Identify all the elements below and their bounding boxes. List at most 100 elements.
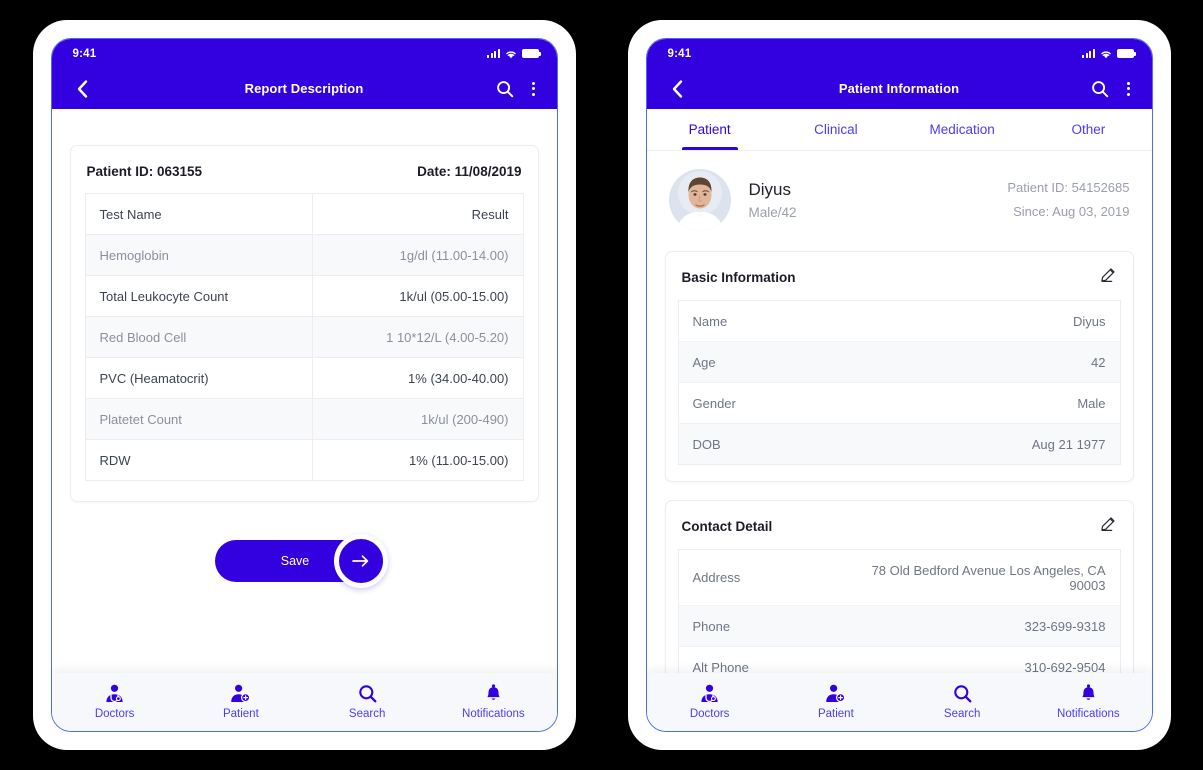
patient-name: Diyus xyxy=(748,180,792,200)
patient-meta: Patient ID: 54152685 Since: Aug 03, 2019 xyxy=(1007,176,1129,224)
cell-result: 1 10*12/L (4.00-5.20) xyxy=(312,316,523,358)
row-value: 78 Old Bedford Avenue Los Angeles, CA 90… xyxy=(845,549,1120,606)
row-key: Address xyxy=(678,549,846,606)
pencil-edit-icon[interactable] xyxy=(1100,266,1117,288)
back-button[interactable] xyxy=(665,76,691,102)
nav-label: Search xyxy=(348,708,386,720)
report-body[interactable]: Patient ID: 063155 Date: 11/08/2019 Test… xyxy=(51,109,557,731)
more-vertical-icon xyxy=(1126,81,1130,85)
patient-identity: Diyus Male/42 xyxy=(749,177,797,223)
nav-item-patient[interactable]: Patient xyxy=(773,684,899,720)
nav-item-notifications[interactable]: Notifications xyxy=(1025,684,1151,720)
tab-label: Medication xyxy=(929,122,995,137)
screen-report-description: 9:41 Report Description Patient ID: 0631… xyxy=(50,38,558,732)
signal-bars-icon xyxy=(487,49,500,58)
cell-test-name: Red Blood Cell xyxy=(85,316,314,358)
chevron-left-icon xyxy=(672,79,683,98)
section-header: Basic Information xyxy=(678,266,1121,300)
overflow-menu-button[interactable] xyxy=(526,80,541,98)
section-title: Contact Detail xyxy=(681,518,773,534)
lab-results-table: Test Name Result Hemoglobin 1g/dl (11.00… xyxy=(84,193,524,481)
row-key: Age xyxy=(678,341,846,383)
table-row: Red Blood Cell 1 10*12/L (4.00-5.20) xyxy=(85,316,523,358)
nav-item-search[interactable]: Search xyxy=(899,684,1025,720)
patient-id: Patient ID: 54152685 xyxy=(1007,179,1130,195)
column-header-test-name: Test Name xyxy=(85,193,314,235)
search-icon xyxy=(496,80,513,97)
table-row: Hemoglobin 1g/dl (11.00-14.00) xyxy=(85,234,523,276)
back-button[interactable] xyxy=(70,76,96,102)
patient-add-icon xyxy=(825,684,846,703)
table-row: PVC (Heamatocrit) 1% (34.00-40.00) xyxy=(85,357,523,399)
row-value: Male xyxy=(845,382,1120,424)
cell-result: 1k/ul (200-490) xyxy=(312,398,523,440)
cell-test-name: Platetet Count xyxy=(85,398,314,440)
nav-bar: Patient Information xyxy=(647,68,1152,109)
doctor-icon xyxy=(699,684,720,703)
tab-label: Other xyxy=(1071,122,1106,137)
battery-icon xyxy=(1116,49,1136,58)
status-bar: 9:41 xyxy=(647,39,1152,68)
page-title: Report Description xyxy=(244,81,364,96)
tab-label: Clinical xyxy=(814,122,858,137)
contact-detail-table: Address 78 Old Bedford Avenue Los Angele… xyxy=(677,549,1121,688)
nav-actions xyxy=(496,80,541,98)
save-next-fab[interactable] xyxy=(334,534,388,588)
patient-info-body[interactable]: Diyus Male/42 Patient ID: 54152685 Since… xyxy=(646,151,1152,731)
search-button[interactable] xyxy=(1091,80,1109,98)
row-value: Diyus xyxy=(845,300,1120,342)
phone-mockup-patient-info: 9:41 Patient Information Patient Clinica… xyxy=(627,20,1171,750)
nav-label: Search xyxy=(943,708,981,720)
wifi-icon xyxy=(1100,50,1111,58)
patient-since: Since: Aug 03, 2019 xyxy=(1013,204,1130,219)
status-bar: 9:41 xyxy=(52,39,557,68)
search-button[interactable] xyxy=(496,80,514,98)
bottom-navigation: Doctors Patient Search Notifications xyxy=(646,673,1152,731)
search-icon xyxy=(1091,80,1108,97)
nav-item-doctors[interactable]: Doctors xyxy=(52,684,178,720)
chevron-left-icon xyxy=(77,79,88,98)
screen-patient-information: 9:41 Patient Information Patient Clinica… xyxy=(645,38,1153,732)
status-time: 9:41 xyxy=(667,47,692,60)
nav-item-doctors[interactable]: Doctors xyxy=(647,684,773,720)
page-title: Patient Information xyxy=(838,81,960,96)
tab-medication[interactable]: Medication xyxy=(899,109,1025,150)
table-row: Platetet Count 1k/ul (200-490) xyxy=(85,398,523,440)
row-key: Gender xyxy=(678,382,846,424)
cell-result: 1g/dl (11.00-14.00) xyxy=(312,234,523,276)
tab-clinical[interactable]: Clinical xyxy=(773,109,899,150)
row-value: 323-699-9318 xyxy=(845,605,1120,647)
nav-label: Notifications xyxy=(462,708,525,720)
bell-icon xyxy=(1080,684,1097,703)
row-value: 42 xyxy=(845,341,1120,383)
cell-test-name: Total Leukocyte Count xyxy=(85,275,314,317)
tab-patient[interactable]: Patient xyxy=(647,109,773,150)
status-icons xyxy=(487,49,541,59)
nav-item-patient[interactable]: Patient xyxy=(178,684,304,720)
table-header-row: Test Name Result xyxy=(85,193,523,235)
section-header: Contact Detail xyxy=(678,515,1121,549)
nav-label: Notifications xyxy=(1057,708,1120,720)
wifi-icon xyxy=(505,50,516,58)
table-row: Address 78 Old Bedford Avenue Los Angele… xyxy=(678,549,1120,606)
report-card: Patient ID: 063155 Date: 11/08/2019 Test… xyxy=(69,145,539,502)
nav-label: Doctors xyxy=(689,708,730,720)
pencil-edit-icon[interactable] xyxy=(1100,515,1117,537)
cell-result: 1% (34.00-40.00) xyxy=(312,357,523,399)
tab-other[interactable]: Other xyxy=(1025,109,1151,150)
screens-stage: 9:41 Report Description Patient ID: 0631… xyxy=(0,0,1203,770)
row-key: Name xyxy=(678,300,846,342)
nav-bar: Report Description xyxy=(52,68,557,109)
row-value: Aug 21 1977 xyxy=(845,423,1120,465)
patient-id-label: Patient ID: 063155 xyxy=(86,164,203,179)
patient-add-icon xyxy=(230,684,251,703)
row-key: DOB xyxy=(678,423,846,465)
cell-test-name: RDW xyxy=(85,439,314,481)
report-date-label: Date: 11/08/2019 xyxy=(417,164,522,179)
nav-item-notifications[interactable]: Notifications xyxy=(430,684,556,720)
overflow-menu-button[interactable] xyxy=(1121,80,1136,98)
nav-item-search[interactable]: Search xyxy=(304,684,430,720)
patient-gender-age: Male/42 xyxy=(748,204,797,220)
phone-mockup-report: 9:41 Report Description Patient ID: 0631… xyxy=(32,20,576,750)
cell-test-name: PVC (Heamatocrit) xyxy=(85,357,314,399)
